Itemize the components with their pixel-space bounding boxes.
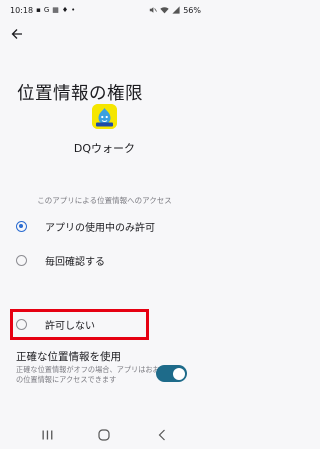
g-icon: G [43, 5, 50, 14]
option-allow-while-using[interactable]: アプリの使用中のみ許可 [0, 213, 209, 239]
app-name: DQウォーク [73, 142, 136, 155]
grid-icon: ▦ [52, 5, 59, 14]
precise-location-description: 正確な位置情報がオフの場合、アプリはおおよその位置情報にアクセスできます [16, 365, 175, 384]
back-arrow-icon [11, 29, 22, 39]
status-right: 56% [149, 6, 201, 15]
status-left: 10:18 ▪ G ▦ ♦ • [10, 6, 75, 15]
home-button[interactable] [92, 423, 116, 447]
slime-logo [92, 104, 117, 129]
option-label: 毎回確認する [45, 256, 105, 268]
radio-selected[interactable] [16, 220, 27, 232]
dq-walk-app-icon [92, 104, 117, 129]
status-time: 10:18 [10, 5, 34, 15]
wifi-icon [160, 7, 169, 14]
battery-level: 56% [183, 5, 201, 15]
option-label: アプリの使用中のみ許可 [45, 222, 155, 234]
signal-icon [172, 6, 180, 14]
home-icon [98, 429, 110, 441]
back-icon [158, 429, 165, 441]
radio-unselected[interactable] [16, 254, 27, 266]
highlight-box [10, 309, 149, 340]
dq-icon: ▪ [36, 5, 41, 14]
precise-location-toggle[interactable] [156, 365, 187, 382]
navigation-bar [0, 421, 209, 449]
option-ask-every-time[interactable]: 毎回確認する [0, 247, 209, 273]
recents-icon [42, 430, 52, 440]
permission-section-label: このアプリによる位置情報へのアクセス [37, 196, 172, 205]
recents-button[interactable] [35, 423, 59, 447]
nav-back-button[interactable] [150, 423, 174, 447]
back-button[interactable] [8, 25, 26, 43]
wallet-icon: ♦ [61, 5, 69, 14]
precise-location-title: 正確な位置情報を使用 [16, 351, 121, 363]
status-bar: 10:18 ▪ G ▦ ♦ • 56% [0, 0, 209, 20]
mute-icon [150, 7, 158, 13]
dot-icon: • [71, 5, 76, 14]
page-title: 位置情報の権限 [17, 84, 143, 104]
